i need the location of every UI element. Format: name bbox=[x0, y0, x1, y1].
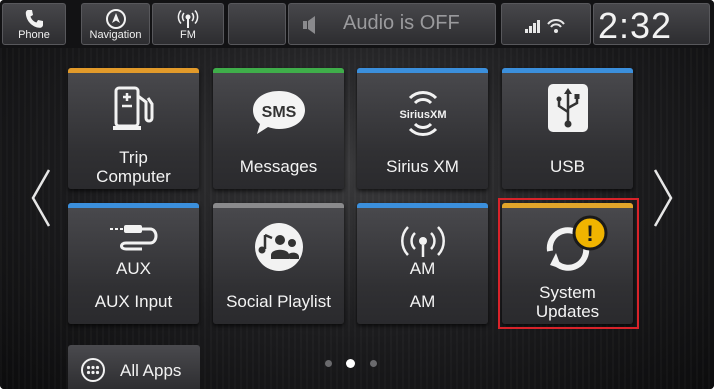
am-icon-label: AM bbox=[409, 259, 436, 278]
phone-icon bbox=[25, 10, 43, 28]
connectivity-icons bbox=[525, 19, 565, 33]
clock: 2:32 bbox=[598, 5, 673, 46]
tile-label: AUX Input bbox=[94, 292, 173, 311]
connectivity-status[interactable] bbox=[501, 3, 591, 45]
tile-label-line1: Trip bbox=[119, 148, 148, 167]
tile-label: Social Playlist bbox=[226, 292, 331, 311]
status-bar: Phone Navigation FM Audio is OFF 2:32 bbox=[0, 0, 714, 48]
signal-icon bbox=[525, 20, 540, 33]
all-apps-label: All Apps bbox=[120, 361, 182, 380]
tile-accent-bar bbox=[213, 68, 344, 73]
apps-grid-icon bbox=[81, 358, 105, 382]
tile-accent-bar bbox=[68, 68, 199, 73]
page-dot[interactable] bbox=[370, 360, 377, 367]
tile-label: AM bbox=[409, 292, 436, 311]
status-bar-blank-slot[interactable] bbox=[228, 3, 286, 45]
tile-aux-input[interactable]: AUX AUX Input bbox=[68, 203, 199, 324]
head-unit-screen: Phone Navigation FM Audio is OFF 2:32 Tr… bbox=[0, 0, 714, 389]
fm-label: FM bbox=[180, 29, 196, 41]
aux-icon-label: AUX bbox=[116, 259, 151, 278]
tile-label-line2: Computer bbox=[96, 167, 171, 186]
tile-label: Messages bbox=[239, 157, 318, 176]
next-page-arrow-icon[interactable] bbox=[652, 168, 674, 228]
tile-sirius-xm[interactable]: SiriusXM Sirius XM bbox=[357, 68, 488, 189]
tile-social-playlist[interactable]: Social Playlist bbox=[213, 203, 344, 324]
fm-radio-icon bbox=[177, 9, 199, 28]
system-updates-highlight bbox=[498, 198, 639, 329]
page-dot-active[interactable] bbox=[346, 359, 355, 368]
fuel-pump-icon bbox=[112, 86, 153, 130]
tile-accent-bar bbox=[357, 203, 488, 208]
usb-icon bbox=[547, 84, 588, 132]
sms-icon-text: SMS bbox=[261, 104, 296, 121]
aux-cable-icon bbox=[109, 225, 157, 251]
sms-icon: SMS bbox=[252, 91, 305, 134]
tile-accent-bar bbox=[68, 203, 199, 208]
siriusxm-icon-text: SiriusXM bbox=[399, 109, 446, 121]
tile-accent-bar bbox=[357, 68, 488, 73]
tile-trip-computer[interactable]: Trip Computer bbox=[68, 68, 199, 189]
phone-label: Phone bbox=[18, 29, 50, 41]
fm-button[interactable]: FM bbox=[152, 3, 224, 45]
tile-am[interactable]: AM AM bbox=[357, 203, 488, 324]
wifi-icon bbox=[547, 19, 565, 33]
tile-usb[interactable]: USB bbox=[502, 68, 633, 189]
tile-accent-bar bbox=[502, 68, 633, 73]
previous-page-arrow-icon[interactable] bbox=[30, 168, 52, 228]
tile-messages[interactable]: SMS Messages bbox=[213, 68, 344, 189]
siriusxm-icon: SiriusXM bbox=[399, 91, 446, 136]
navigation-compass-icon bbox=[105, 9, 126, 29]
navigation-label: Navigation bbox=[89, 29, 142, 41]
audio-status-text: Audio is OFF bbox=[343, 12, 460, 34]
tile-accent-bar bbox=[213, 203, 344, 208]
speaker-muted-icon bbox=[303, 16, 315, 34]
navigation-button[interactable]: Navigation bbox=[81, 3, 150, 45]
tile-label: Sirius XM bbox=[386, 157, 459, 176]
phone-button[interactable]: Phone bbox=[2, 3, 66, 45]
tile-label: USB bbox=[550, 157, 585, 176]
page-dot[interactable] bbox=[325, 360, 332, 367]
social-playlist-icon bbox=[254, 223, 303, 271]
all-apps-button[interactable]: All Apps bbox=[68, 345, 200, 389]
